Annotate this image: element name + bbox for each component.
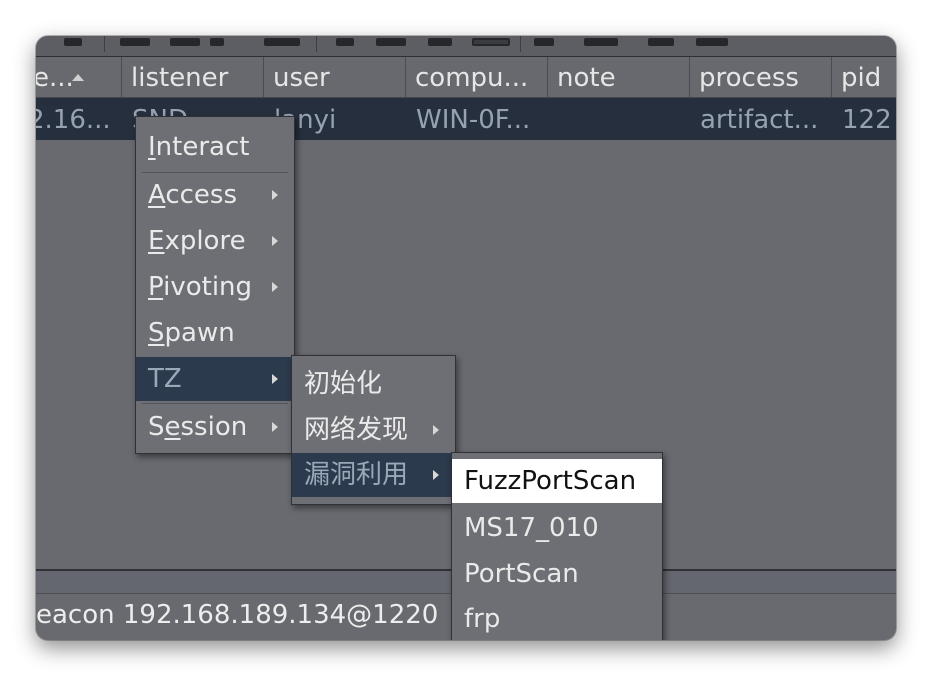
submenu-arrow-icon — [272, 236, 278, 246]
menu-item-initialize[interactable]: 初始化 — [292, 362, 455, 406]
toolbar-icon-pivot[interactable] — [210, 38, 224, 46]
column-label: process — [699, 63, 799, 93]
exploit-submenu: FuzzPortScan MS17_010 PortScan frp — [451, 452, 663, 640]
menu-item-access[interactable]: Access — [136, 173, 294, 217]
toolbar-icon-add[interactable] — [64, 38, 82, 46]
submenu-arrow-icon — [433, 470, 439, 480]
menu-item-portscan[interactable]: PortScan — [452, 552, 662, 596]
menu-item-interact[interactable]: Interact — [136, 125, 294, 169]
column-label: user — [273, 63, 330, 93]
toolbar-icon-remove[interactable] — [120, 38, 150, 46]
toolbar-icon-targets[interactable] — [336, 38, 354, 46]
menu-item-ms17-010[interactable]: MS17_010 — [452, 506, 662, 550]
toolbar-icon-download[interactable] — [428, 38, 452, 46]
submenu-arrow-icon — [272, 282, 278, 292]
column-header-user[interactable]: user — [264, 57, 406, 97]
cell-external: 2.16... — [36, 105, 111, 135]
sort-ascending-icon — [72, 74, 84, 81]
column-label: note — [557, 63, 616, 93]
menu-item-exploit[interactable]: 漏洞利用 — [292, 453, 453, 497]
submenu-arrow-icon — [272, 190, 278, 200]
column-header-computer[interactable]: compu... — [406, 57, 548, 97]
toolbar-icon-headphones[interactable] — [170, 38, 200, 46]
toolbar-icon-screenshot[interactable] — [472, 38, 510, 46]
column-header-note[interactable]: note — [548, 57, 690, 97]
column-header-process[interactable]: process — [690, 57, 832, 97]
column-label: pid — [841, 63, 882, 93]
toolbar-icon-link[interactable] — [584, 38, 618, 46]
toolbar-icon-sessions[interactable] — [264, 38, 300, 46]
menu-item-network-discovery[interactable]: 网络发现 — [292, 408, 455, 452]
cobalt-strike-window: e... listener user compu... note process… — [36, 36, 896, 640]
tz-submenu: 初始化 网络发现 漏洞利用 — [291, 355, 456, 505]
menu-item-fuzzportscan[interactable]: FuzzPortScan — [452, 459, 662, 503]
menu-item-pivoting[interactable]: Pivoting — [136, 265, 294, 309]
menu-item-frp[interactable]: frp — [452, 597, 662, 640]
column-label: e... — [36, 63, 74, 93]
menu-item-session[interactable]: Session — [136, 405, 294, 449]
toolbar-icon-notes[interactable] — [648, 38, 674, 46]
toolbar-icon-keys[interactable] — [376, 38, 406, 46]
cell-pid: 122 — [842, 105, 892, 135]
beacon-table-header: e... listener user compu... note process… — [36, 57, 896, 98]
status-text: eacon 192.168.189.134@1220 — [36, 600, 439, 630]
toolbar-separator — [520, 36, 521, 52]
toolbar-icon-cube[interactable] — [696, 38, 728, 46]
menu-item-tz[interactable]: TZ — [136, 357, 292, 401]
submenu-arrow-icon — [433, 425, 439, 435]
cell-process: artifact... — [700, 105, 819, 135]
menu-item-explore[interactable]: Explore — [136, 219, 294, 263]
submenu-arrow-icon — [272, 422, 278, 432]
toolbar-icon-settings[interactable] — [534, 38, 554, 46]
toolbar-separator — [104, 36, 105, 52]
beacon-context-menu: Interact Access Explore Pivoting Spawn T… — [135, 116, 295, 454]
toolbar-separator — [316, 36, 317, 52]
submenu-arrow-icon — [272, 374, 278, 384]
toolbar — [36, 36, 896, 57]
column-header-pid[interactable]: pid — [832, 57, 896, 97]
menu-item-spawn[interactable]: Spawn — [136, 311, 294, 355]
column-header-listener[interactable]: listener — [122, 57, 264, 97]
column-label: listener — [131, 63, 229, 93]
column-header-external[interactable]: e... — [36, 57, 122, 97]
menu-separator — [142, 403, 288, 404]
column-label: compu... — [415, 63, 529, 93]
cell-computer: WIN-0F... — [416, 105, 531, 135]
